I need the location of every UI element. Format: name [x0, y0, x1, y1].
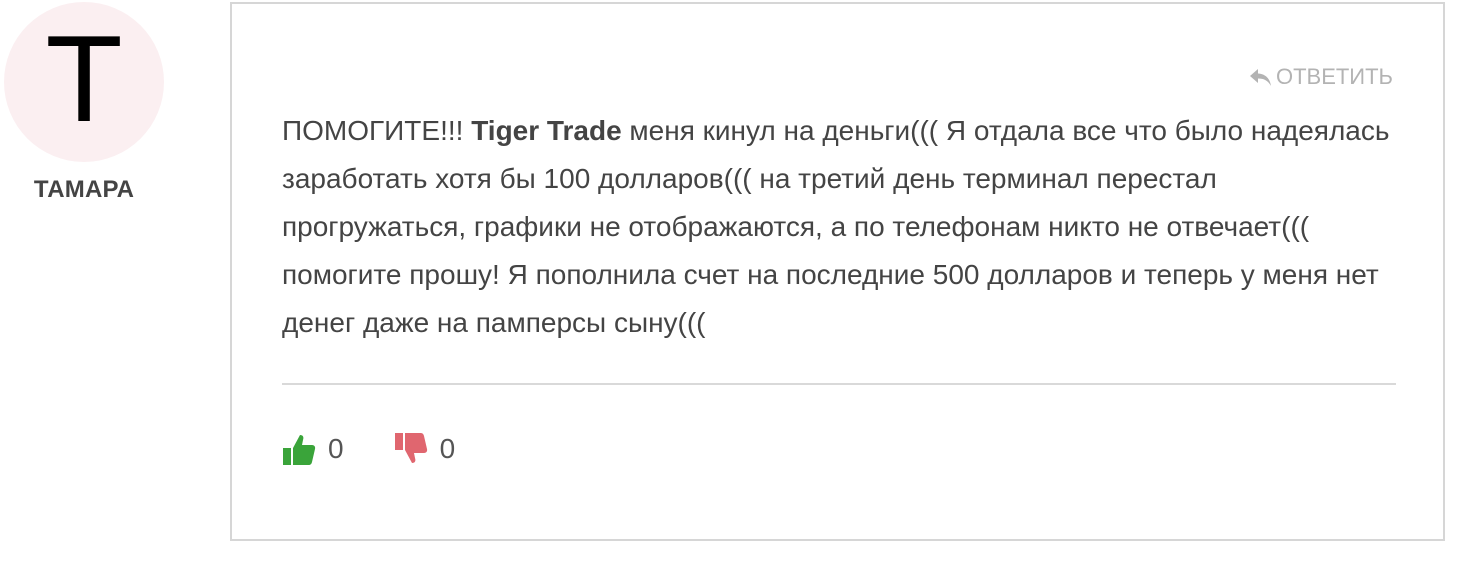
comment-divider	[282, 383, 1396, 385]
reply-button[interactable]: ОТВЕТИТЬ	[1248, 64, 1393, 90]
like-count: 0	[328, 433, 344, 464]
comment-text: ПОМОГИТЕ!!! Tiger Trade меня кинул на де…	[282, 107, 1402, 347]
dislike-button[interactable]: 0	[394, 432, 456, 466]
vote-bar: 0 0	[282, 432, 455, 466]
reply-label: ОТВЕТИТЬ	[1275, 64, 1393, 89]
comment-text-rest: меня кинул на деньги((( Я отдала все что…	[282, 115, 1390, 338]
comment-author: Т ТАМАРА	[4, 2, 166, 204]
comment-brand-mention: Tiger Trade	[471, 115, 622, 146]
reply-arrow-icon	[1249, 69, 1271, 86]
avatar-initial: Т	[48, 14, 120, 149]
thumbs-up-icon	[283, 435, 316, 465]
avatar: Т	[4, 2, 164, 162]
comment-text-start: ПОМОГИТЕ!!!	[282, 115, 472, 146]
dislike-count: 0	[439, 433, 456, 464]
like-button[interactable]: 0	[282, 432, 344, 466]
author-name: ТАМАРА	[33, 176, 135, 203]
thumbs-down-icon	[394, 433, 427, 463]
comment-box: ОТВЕТИТЬ ПОМОГИТЕ!!! Tiger Trade меня ки…	[230, 2, 1445, 541]
